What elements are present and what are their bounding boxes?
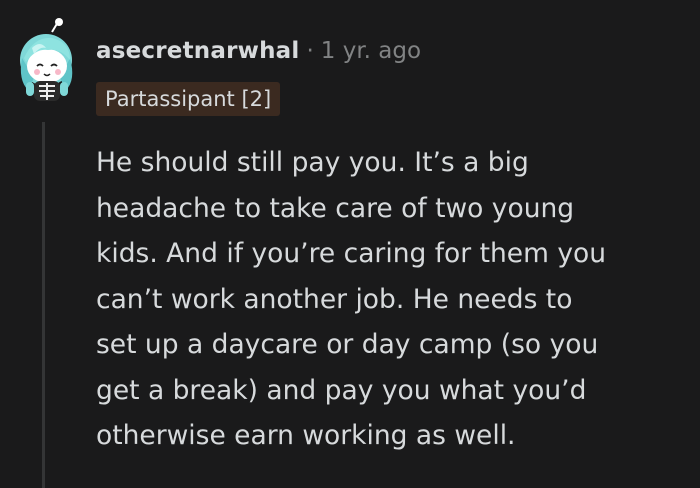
comment-timestamp[interactable]: 1 yr. ago (321, 38, 421, 64)
username-link[interactable]: asecretnarwhal (96, 38, 299, 64)
thread-line[interactable] (42, 122, 45, 488)
user-flair: Partassipant [2] (96, 82, 281, 116)
comment-meta: asecretnarwhal · 1 yr. ago (96, 34, 421, 68)
comment-body: He should still pay you. It’s a big head… (96, 147, 607, 451)
user-avatar-icon[interactable] (12, 18, 84, 104)
meta-separator: · (306, 38, 314, 64)
